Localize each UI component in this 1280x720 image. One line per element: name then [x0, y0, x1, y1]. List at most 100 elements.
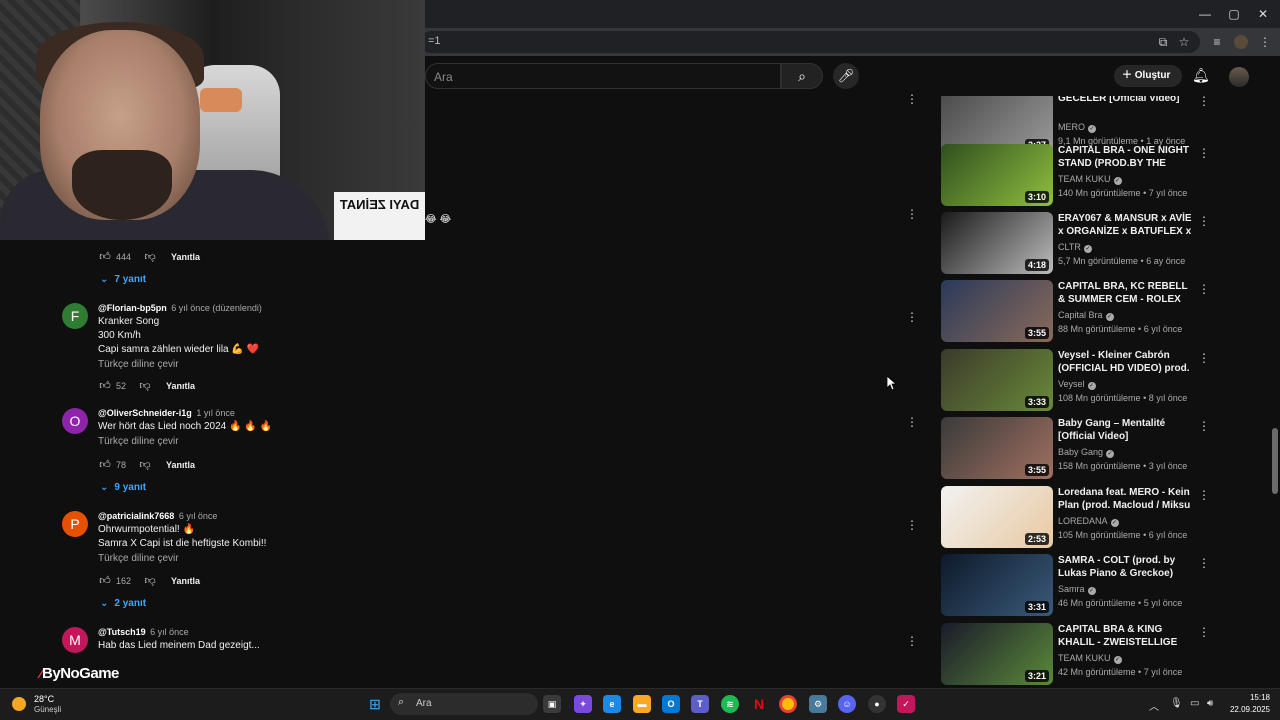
- app-icon[interactable]: ✓: [897, 695, 915, 713]
- install-app-icon[interactable]: ⧉: [1156, 35, 1170, 49]
- comment-avatar[interactable]: O: [62, 408, 88, 434]
- video-menu-icon[interactable]: ⋮: [1198, 146, 1210, 160]
- translate-link[interactable]: Türkçe diline çevir: [98, 359, 558, 370]
- comment-menu-icon[interactable]: ⋮: [906, 207, 918, 221]
- comment-menu-icon[interactable]: ⋮: [906, 634, 918, 648]
- scrollbar-thumb[interactable]: [1272, 428, 1278, 494]
- edge-icon[interactable]: e: [603, 695, 621, 713]
- comment-avatar[interactable]: F: [62, 303, 88, 329]
- video-title[interactable]: CAPITAL BRA & KING KHALIL - ZWEISTELLIGE…: [1058, 623, 1193, 649]
- account-avatar[interactable]: [1229, 67, 1249, 87]
- search-box[interactable]: [425, 63, 781, 89]
- microphone-icon[interactable]: 🎙︎: [1170, 698, 1183, 709]
- video-menu-icon[interactable]: ⋮: [1198, 351, 1210, 365]
- reply-button[interactable]: Yanıtla: [171, 576, 200, 586]
- volume-icon[interactable]: 🔊︎: [1207, 698, 1213, 709]
- replies-toggle[interactable]: ⌄ 7 yanıt: [100, 274, 146, 285]
- task-view-icon[interactable]: ▣: [543, 695, 561, 713]
- media-controls-icon[interactable]: ≡: [1210, 35, 1224, 49]
- netflix-icon[interactable]: N: [750, 695, 768, 713]
- video-channel[interactable]: Capital Bra ✓: [1058, 310, 1114, 321]
- replies-toggle[interactable]: ⌄ 9 yanıt: [100, 482, 146, 493]
- comment-author[interactable]: @patricialink7668: [98, 511, 174, 521]
- chrome-icon[interactable]: [779, 695, 797, 713]
- video-menu-icon[interactable]: ⋮: [1198, 214, 1210, 228]
- tray-overflow-icon[interactable]: ︿: [1149, 698, 1159, 713]
- dislike-icon[interactable]: 👎︎: [143, 250, 157, 264]
- like-icon[interactable]: 👍︎: [98, 574, 112, 588]
- video-channel[interactable]: MERO ✓: [1058, 122, 1096, 133]
- comment-menu-icon[interactable]: ⋮: [906, 310, 918, 324]
- like-icon[interactable]: 👍︎: [98, 250, 112, 264]
- related-video-item[interactable]: 3:55 Baby Gang – Mentalité [Official Vide…: [940, 417, 1210, 481]
- translate-link[interactable]: Türkçe diline çevir: [98, 436, 558, 447]
- video-title[interactable]: Baby Gang – Mentalité [Official Video]: [1058, 417, 1193, 443]
- reply-button[interactable]: Yanıtla: [166, 381, 195, 391]
- dislike-icon[interactable]: 👎︎: [138, 458, 152, 472]
- comment-avatar[interactable]: M: [62, 627, 88, 653]
- video-title[interactable]: Loredana feat. MERO - Kein Plan (prod. M…: [1058, 486, 1193, 512]
- video-menu-icon[interactable]: ⋮: [1198, 96, 1210, 108]
- related-video-item[interactable]: 3:10 CAPITAL BRA - ONE NIGHT STAND (PROD.…: [940, 144, 1210, 208]
- taskbar-search[interactable]: ⌕ Ara: [390, 693, 538, 715]
- comment-author[interactable]: @OliverSchneider-i1g: [98, 408, 192, 418]
- translate-link[interactable]: Türkçe diline çevir: [98, 553, 558, 564]
- related-video-item[interactable]: 3:33 Veysel - Kleiner Cabrón (OFFICIAL HD…: [940, 349, 1210, 413]
- related-video-item[interactable]: 3:55 CAPITAL BRA, KC REBELL & SUMMER CEM …: [940, 280, 1210, 344]
- bookmark-star-icon[interactable]: ☆: [1177, 35, 1191, 49]
- outlook-icon[interactable]: O: [662, 695, 680, 713]
- video-title[interactable]: CAPITAL BRA, KC REBELL & SUMMER CEM - RO…: [1058, 280, 1193, 306]
- comment-menu-icon[interactable]: ⋮: [906, 415, 918, 429]
- video-channel[interactable]: CLTR ✓: [1058, 242, 1092, 253]
- video-title[interactable]: CAPITAL BRA - ONE NIGHT STAND (PROD.BY T…: [1058, 144, 1193, 170]
- discord-icon[interactable]: ☺: [838, 695, 856, 713]
- video-channel[interactable]: TEAM KUKU ✓: [1058, 653, 1122, 664]
- video-menu-icon[interactable]: ⋮: [1198, 282, 1210, 296]
- comment-avatar[interactable]: P: [62, 511, 88, 537]
- clock-date[interactable]: 22.09.2025: [1222, 705, 1270, 714]
- related-video-item[interactable]: 3:31 SAMRA - COLT (prod. by Lukas Piano &…: [940, 554, 1210, 618]
- comment-author[interactable]: @Florian-bp5pn: [98, 303, 167, 313]
- settings-gear-icon[interactable]: ⚙: [809, 695, 827, 713]
- video-menu-icon[interactable]: ⋮: [1198, 625, 1210, 639]
- search-button[interactable]: ⌕: [781, 63, 823, 89]
- video-menu-icon[interactable]: ⋮: [1198, 419, 1210, 433]
- video-thumbnail[interactable]: 3:33: [941, 349, 1053, 411]
- profile-icon[interactable]: [1234, 35, 1248, 49]
- browser-menu-icon[interactable]: ⋮: [1258, 35, 1272, 49]
- video-title[interactable]: SAMRA - COLT (prod. by Lukas Piano & Gre…: [1058, 554, 1193, 580]
- search-input[interactable]: [434, 68, 764, 86]
- video-channel[interactable]: LOREDANA ✓: [1058, 516, 1119, 527]
- teams-icon[interactable]: T: [691, 695, 709, 713]
- video-thumbnail[interactable]: 3:55: [941, 280, 1053, 342]
- video-thumbnail[interactable]: 3:31: [941, 554, 1053, 616]
- create-button[interactable]: ＋ Oluştur: [1114, 65, 1182, 87]
- related-video-item[interactable]: 2:53 Loredana feat. MERO - Kein Plan (pro…: [940, 486, 1210, 550]
- notifications-bell-icon[interactable]: 🔔︎: [1192, 67, 1210, 84]
- start-windows-icon[interactable]: ⊞: [366, 695, 384, 713]
- like-icon[interactable]: 👍︎: [98, 458, 112, 472]
- comment-menu-icon[interactable]: ⋮: [906, 518, 918, 532]
- dislike-icon[interactable]: 👎︎: [138, 379, 152, 393]
- video-channel[interactable]: Baby Gang ✓: [1058, 447, 1115, 458]
- reply-button[interactable]: Yanıtla: [166, 460, 195, 470]
- file-explorer-icon[interactable]: ▬: [633, 695, 651, 713]
- comment-menu-icon[interactable]: ⋮: [906, 92, 918, 106]
- video-menu-icon[interactable]: ⋮: [1198, 488, 1210, 502]
- network-icon[interactable]: ▭: [1190, 698, 1199, 709]
- video-channel[interactable]: Samra ✓: [1058, 584, 1096, 595]
- address-bar[interactable]: =1: [420, 31, 1200, 53]
- spotify-icon[interactable]: ≋: [721, 695, 739, 713]
- like-icon[interactable]: 👍︎: [98, 379, 112, 393]
- video-thumbnail[interactable]: 3:55: [941, 417, 1053, 479]
- dislike-icon[interactable]: 👎︎: [143, 574, 157, 588]
- video-title[interactable]: ERAY067 & MANSUR x AVİE x ORGANİZE x BAT…: [1058, 212, 1193, 238]
- comment-author[interactable]: @Tutsch19: [98, 627, 146, 637]
- replies-toggle[interactable]: ⌄ 2 yanıt: [100, 598, 146, 609]
- related-video-item[interactable]: 3:21 CAPITAL BRA & KING KHALIL - ZWEISTEL…: [940, 623, 1210, 687]
- clock-time[interactable]: 15:18: [1222, 693, 1270, 702]
- voice-search-button[interactable]: 🎤︎: [833, 63, 859, 89]
- video-menu-icon[interactable]: ⋮: [1198, 556, 1210, 570]
- minimize-button[interactable]: —: [1196, 5, 1214, 23]
- video-channel[interactable]: TEAM KUKU ✓: [1058, 174, 1122, 185]
